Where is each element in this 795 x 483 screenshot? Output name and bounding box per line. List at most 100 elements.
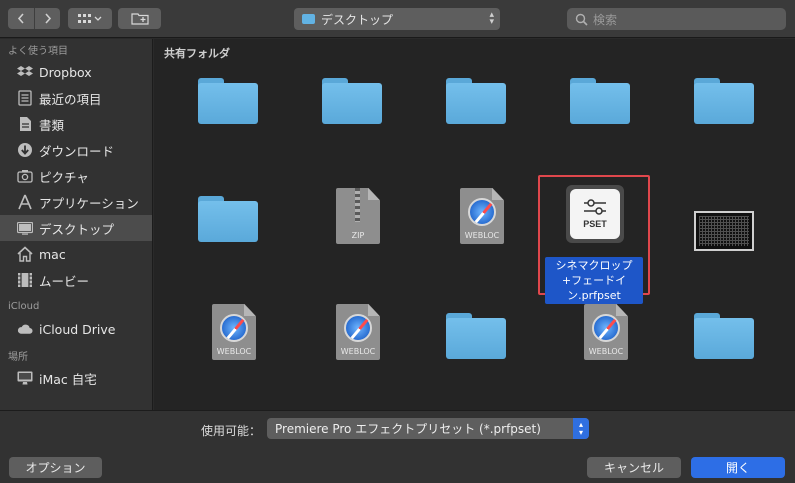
sidebar-item-label: mac	[39, 246, 66, 262]
zip-file-item[interactable]: ZIP	[290, 181, 414, 291]
sidebar-item-label: iMac 自宅	[39, 371, 97, 387]
new-folder-button[interactable]	[118, 8, 161, 29]
toolbar: デスクトップ ▴ ▾ 検索	[0, 0, 795, 38]
search-field[interactable]: 検索	[567, 8, 786, 30]
sidebar-item-label: 書類	[39, 117, 65, 133]
webloc-file-icon: WEBLOC	[584, 304, 628, 360]
dropbox-icon	[17, 64, 33, 80]
webloc-file-icon: WEBLOC	[336, 304, 380, 360]
folder-item[interactable]	[290, 73, 414, 183]
sidebar-item-label: ムービー	[39, 273, 90, 289]
folder-icon	[322, 78, 382, 124]
chevron-right-icon	[44, 13, 51, 24]
section-title: 共有フォルダ	[164, 47, 230, 60]
sidebar-item-home[interactable]: mac	[0, 241, 152, 267]
sidebar-item-icloud-drive[interactable]: iCloud Drive	[0, 316, 152, 342]
safari-compass-icon	[592, 314, 620, 342]
sidebar-item-label: iCloud Drive	[39, 321, 116, 337]
safari-compass-icon	[220, 314, 248, 342]
sidebar-item-movies[interactable]: ムービー	[0, 267, 152, 293]
grid-view-icon	[78, 13, 102, 23]
webloc-file-item[interactable]: WEBLOC	[166, 297, 290, 407]
pset-file-item-selected[interactable]: PSET シネマクロップ+フェードイン.prfpset	[538, 175, 650, 304]
folder-item[interactable]	[662, 73, 786, 183]
sidebar-item-desktop[interactable]: デスクトップ	[0, 215, 152, 241]
folder-item[interactable]	[414, 297, 538, 407]
places-heading: 場所	[8, 351, 28, 363]
file-badge: WEBLOC	[588, 347, 624, 356]
folder-icon	[570, 78, 630, 124]
applications-icon	[17, 194, 33, 210]
file-badge: WEBLOC	[464, 231, 500, 240]
sidebar-item-recents[interactable]: 最近の項目	[0, 85, 152, 111]
zip-file-icon: ZIP	[336, 188, 380, 244]
folder-item[interactable]	[662, 297, 786, 407]
sidebar-item-label: デスクトップ	[39, 221, 115, 237]
camera-icon	[17, 168, 33, 184]
back-button[interactable]	[8, 8, 34, 29]
folder-item[interactable]	[538, 73, 662, 183]
folder-item[interactable]	[414, 73, 538, 183]
sidebar-item-applications[interactable]: アプリケーション	[0, 189, 152, 215]
sidebar-item-documents[interactable]: 書類	[0, 111, 152, 137]
cloud-icon	[17, 321, 33, 337]
file-badge: WEBLOC	[216, 347, 252, 356]
open-button[interactable]: 開く	[691, 457, 785, 478]
file-badge: PSET	[583, 219, 607, 229]
documents-icon	[17, 116, 33, 132]
sidebar-item-imac[interactable]: iMac 自宅	[0, 365, 152, 391]
folder-item[interactable]	[166, 181, 290, 291]
file-badge: ZIP	[351, 231, 365, 240]
sidebar-item-label: 最近の項目	[39, 91, 102, 107]
file-badge: WEBLOC	[340, 347, 376, 356]
folder-item[interactable]	[166, 73, 290, 183]
updown-arrows-icon: ▴ ▾	[573, 418, 589, 439]
sidebar-item-label: ダウンロード	[39, 143, 115, 159]
chevron-left-icon	[17, 13, 24, 24]
cancel-button[interactable]: キャンセル	[587, 457, 681, 478]
sidebar-item-pictures[interactable]: ピクチャ	[0, 163, 152, 189]
sidebar-item-label: アプリケーション	[39, 195, 139, 211]
imac-icon	[17, 370, 33, 386]
sliders-icon	[584, 199, 606, 215]
download-icon	[17, 142, 33, 158]
icloud-heading: iCloud	[8, 300, 40, 312]
folder-icon	[198, 196, 258, 242]
webloc-file-item[interactable]: WEBLOC	[290, 297, 414, 407]
safari-compass-icon	[344, 314, 372, 342]
sidebar-item-label: Dropbox	[39, 64, 92, 80]
new-folder-icon	[130, 13, 149, 25]
pset-file-icon: PSET	[566, 185, 624, 243]
folder-icon	[694, 78, 754, 124]
options-button[interactable]: オプション	[9, 457, 102, 478]
view-mode-button[interactable]	[68, 8, 112, 29]
favorites-heading: よく使う項目	[8, 45, 68, 57]
folder-icon	[694, 313, 754, 359]
forward-button[interactable]	[34, 8, 60, 29]
webloc-file-item[interactable]: WEBLOC	[414, 181, 538, 291]
webloc-file-icon: WEBLOC	[460, 188, 504, 244]
file-type-bar: 使用可能： Premiere Pro エフェクトプリセット (*.prfpset…	[0, 410, 795, 445]
sidebar-item-label: ピクチャ	[39, 169, 89, 185]
folder-icon	[446, 313, 506, 359]
sidebar-item-dropbox[interactable]: Dropbox	[0, 59, 152, 85]
webloc-file-item[interactable]: WEBLOC	[538, 297, 662, 407]
location-label: デスクトップ	[321, 12, 394, 27]
image-thumbnail-item[interactable]	[662, 181, 786, 291]
file-type-value: Premiere Pro エフェクトプリセット (*.prfpset)	[275, 422, 541, 436]
file-type-label: 使用可能：	[201, 424, 262, 438]
search-icon	[575, 13, 588, 26]
sidebar-item-downloads[interactable]: ダウンロード	[0, 137, 152, 163]
dialog-button-bar: オプション キャンセル 開く	[0, 445, 795, 483]
recent-icon	[17, 90, 33, 106]
movie-icon	[17, 272, 33, 288]
folder-icon	[446, 78, 506, 124]
navigation-buttons	[8, 8, 60, 29]
folder-icon	[198, 78, 258, 124]
safari-compass-icon	[468, 198, 496, 226]
location-popup[interactable]: デスクトップ ▴ ▾	[294, 8, 500, 30]
sidebar: よく使う項目 Dropbox 最近の項目 書類 ダウンロード ピクチャ アプリケ…	[0, 39, 153, 410]
updown-arrows-icon: ▴ ▾	[489, 10, 494, 27]
file-browser: 共有フォルダ ZIP WEBLOC PSET シネマクロップ+フェードイン.pr…	[154, 39, 795, 410]
file-type-select[interactable]: Premiere Pro エフェクトプリセット (*.prfpset) ▴ ▾	[267, 418, 589, 439]
